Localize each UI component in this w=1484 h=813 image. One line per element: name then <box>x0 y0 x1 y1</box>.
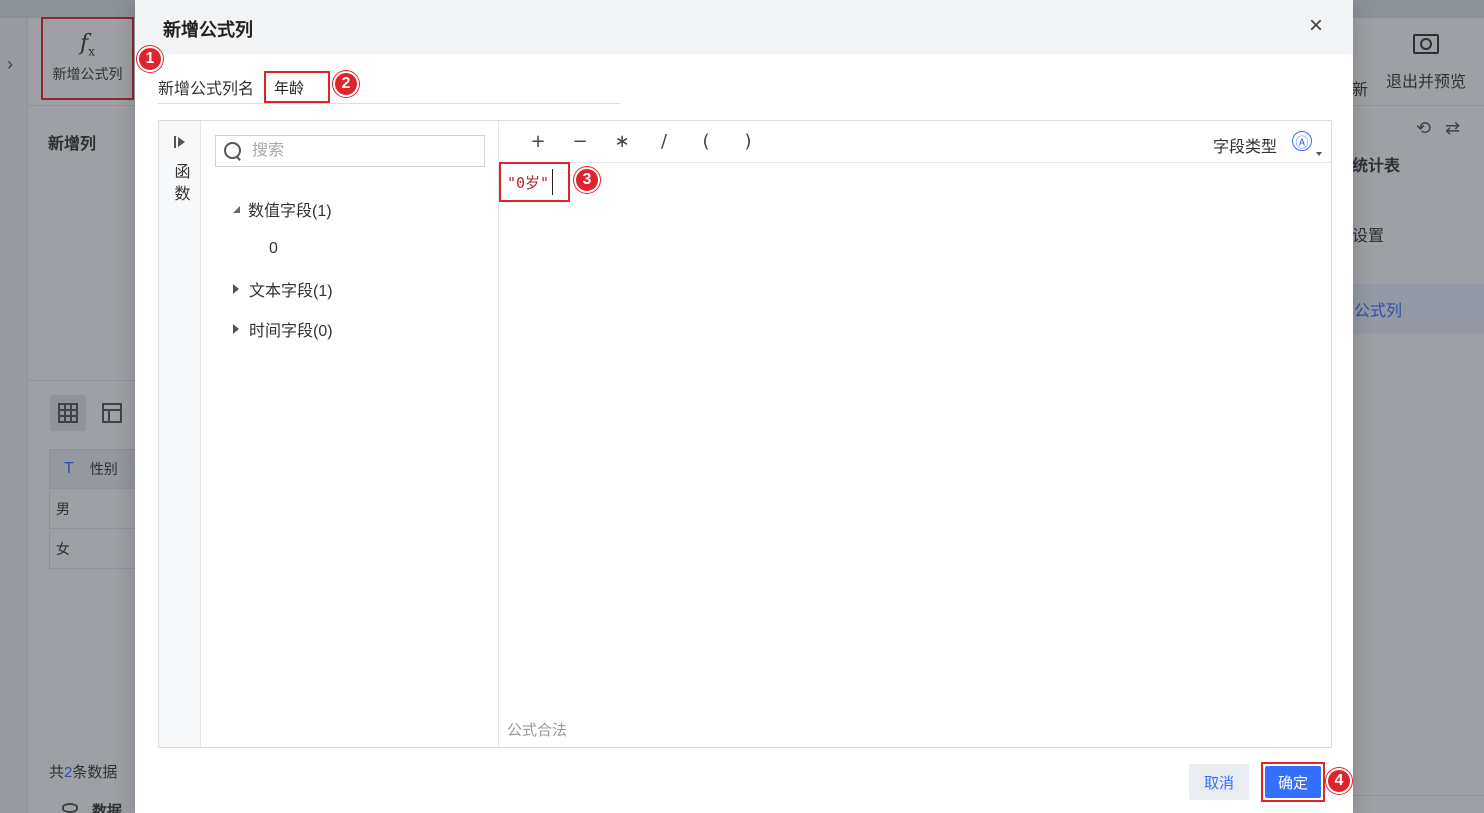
field-type-label: 字段类型 <box>1213 139 1278 156</box>
plus-operator-button[interactable]: + <box>517 131 559 152</box>
dialog-header: 新增公式列 × <box>135 0 1353 54</box>
chevron-down-icon[interactable] <box>1316 152 1322 156</box>
text-cursor <box>552 169 554 195</box>
annotation-badge-2: 2 <box>333 71 359 97</box>
field-tree: 数值字段(1) 0 文本字段(1) 时间字段(0) <box>231 189 333 349</box>
search-input[interactable] <box>252 142 472 160</box>
minus-operator-button[interactable]: − <box>559 131 601 152</box>
field-name: 0 <box>269 240 278 257</box>
right-paren-button[interactable]: ) <box>727 131 769 152</box>
caret-right-icon <box>233 284 239 294</box>
fields-panel: 数值字段(1) 0 文本字段(1) 时间字段(0) <box>201 121 499 747</box>
operator-bar: + − ∗ / ( ) 字段类型 Ⓐ <box>499 121 1331 163</box>
cancel-button[interactable]: 取消 <box>1189 764 1249 800</box>
field-search[interactable] <box>215 135 485 167</box>
search-icon <box>224 142 242 160</box>
dialog-title: 新增公式列 <box>163 20 253 40</box>
tree-group-label: 数值字段(1) <box>248 203 332 220</box>
expand-functions-icon[interactable] <box>172 135 188 151</box>
column-name-label: 新增公式列名 <box>158 80 255 98</box>
left-paren-button[interactable]: ( <box>685 131 727 152</box>
close-icon[interactable]: × <box>1303 13 1329 39</box>
tree-group-time[interactable]: 时间字段(0) <box>231 309 333 349</box>
ok-button[interactable]: 确定 <box>1265 766 1321 798</box>
formula-status: 公式合法 <box>507 722 568 739</box>
annotation-badge-4: 4 <box>1326 768 1352 794</box>
annotation-badge-3: 3 <box>574 167 600 193</box>
text-type-icon[interactable]: Ⓐ <box>1292 131 1312 151</box>
column-name-input[interactable] <box>264 70 331 103</box>
ok-button-highlight: 确定 <box>1261 762 1325 802</box>
tree-group-text[interactable]: 文本字段(1) <box>231 269 333 309</box>
tree-group-label: 文本字段(1) <box>249 283 333 300</box>
formula-panel: + − ∗ / ( ) 字段类型 Ⓐ "0岁" 公式合法 <box>499 121 1331 747</box>
caret-down-icon <box>233 205 240 213</box>
column-name-row: 新增公式列名 <box>158 70 620 104</box>
function-sidebar-label: 函数 <box>171 163 189 207</box>
caret-right-icon <box>233 324 239 334</box>
divide-operator-button[interactable]: / <box>643 131 685 152</box>
tree-group-label: 时间字段(0) <box>249 323 333 340</box>
formula-text: "0岁" <box>507 173 550 192</box>
tree-group-numeric[interactable]: 数值字段(1) <box>231 189 333 229</box>
multiply-operator-button[interactable]: ∗ <box>601 131 643 152</box>
formula-input[interactable]: "0岁" <box>499 162 570 202</box>
formula-editor: 函数 数值字段(1) 0 文本字段(1) <box>158 120 1332 748</box>
annotation-badge-1: 1 <box>137 46 163 72</box>
add-formula-column-dialog: 新增公式列 × 新增公式列名 函数 数值字段(1) 0 <box>135 0 1353 813</box>
function-sidebar[interactable]: 函数 <box>159 121 201 747</box>
tree-leaf-field[interactable]: 0 <box>231 229 333 269</box>
